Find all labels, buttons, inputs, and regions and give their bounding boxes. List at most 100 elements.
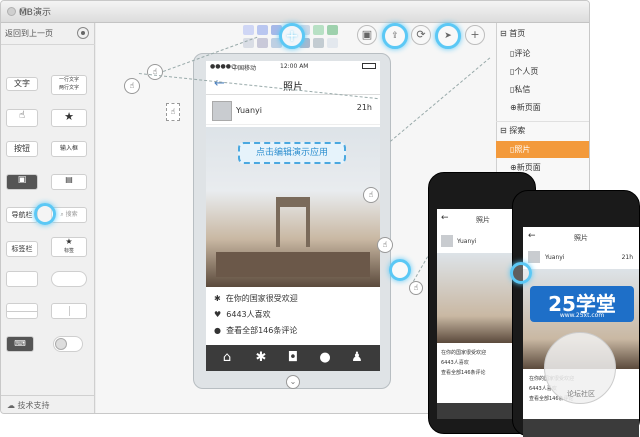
profile-icon[interactable]: ♟ [350, 351, 364, 365]
split-component[interactable] [51, 303, 87, 319]
large-tab-bar [523, 419, 639, 437]
image-component[interactable]: ▣ [6, 174, 38, 190]
button-component-label: 按钮 [14, 144, 30, 153]
gesture-node-icon[interactable]: ☝ [124, 78, 140, 94]
large-post-time: 21h [621, 254, 633, 261]
keyboard-icon: ⌨ [14, 339, 26, 348]
home-icon[interactable]: ⌂ [220, 351, 234, 365]
battery-icon [362, 63, 376, 69]
chat-icon[interactable]: ● [318, 351, 332, 365]
tree-item-profile[interactable]: ▯个人页 [496, 63, 589, 80]
tap-target-icon[interactable]: ☝ [166, 103, 180, 121]
small-likes: 6443人喜欢 [441, 360, 469, 366]
keyboard-component[interactable]: ⌨ [6, 336, 34, 352]
canvas-hotspot[interactable] [389, 259, 411, 281]
post-header: Yuanyi 21h [206, 97, 380, 125]
comment-icon: ● [214, 326, 221, 335]
share-button[interactable]: ⇪ [382, 23, 408, 49]
post-photo[interactable]: 点击编辑演示应用 [206, 127, 380, 287]
star-small-icon: ★ [65, 237, 73, 246]
gesture-node-icon[interactable]: ☝ [409, 281, 423, 295]
send-button[interactable]: ➤ [435, 23, 461, 49]
tree-item-home[interactable]: ⊟ 首页 [496, 25, 589, 42]
refresh-button[interactable]: ⟳ [411, 25, 431, 45]
small-user-name: Yuanyi [457, 238, 477, 245]
support-label: 技术支持 [17, 401, 50, 410]
tree-item-new-page[interactable]: ⊕新页面 [496, 99, 589, 116]
tree-item-comments[interactable]: ▯评论 [496, 45, 589, 62]
user-name[interactable]: Yuanyi [236, 106, 262, 115]
share-icon: ⇪ [391, 31, 399, 41]
device-hotspot[interactable] [510, 262, 532, 284]
app-title: MB演示 [19, 8, 51, 18]
image-text-icon: ▤ [65, 175, 73, 184]
star-icon: ★ [64, 110, 74, 123]
button-component[interactable]: 按钮 [6, 141, 38, 157]
likes-row[interactable]: ♥ 6443人喜欢 [214, 309, 271, 320]
title-bar [1, 1, 589, 23]
search-component[interactable]: ⌕ 搜索 [51, 207, 87, 223]
camera-icon[interactable]: ◘ [286, 351, 300, 365]
tree-label: 私信 [514, 85, 531, 94]
icon-component[interactable]: ★ [51, 109, 87, 127]
gesture-node-icon[interactable]: ☝ [363, 187, 379, 203]
swatch[interactable] [257, 38, 268, 48]
text-component-label: 文字 [14, 79, 30, 88]
large-back-icon[interactable]: ← [528, 231, 536, 241]
swatch[interactable] [327, 38, 338, 48]
tap-gesture-component[interactable]: ☝ [6, 109, 38, 127]
add-button[interactable]: + [465, 25, 485, 45]
swatch[interactable] [313, 38, 324, 48]
tab-icon-component[interactable]: ★ 标签 [51, 237, 87, 257]
tech-support[interactable]: ☁ 技术支持 [1, 395, 95, 413]
divider-component[interactable] [6, 303, 38, 319]
explore-icon[interactable]: ✱ [254, 351, 268, 365]
save-button[interactable]: ▣ [357, 25, 377, 45]
edit-demo-hint[interactable]: 点击编辑演示应用 [238, 142, 346, 164]
text-component[interactable]: 文字 [6, 77, 38, 91]
image-text-component[interactable]: ▤ [51, 174, 87, 190]
add-color-button[interactable]: + [279, 23, 305, 49]
back-label: 返回到上一页 [5, 29, 53, 38]
comments-row[interactable]: ● 查看全部146条评论 [214, 325, 297, 336]
expand-down-icon[interactable]: ⌄ [286, 375, 300, 389]
comments-text: 查看全部146条评论 [226, 326, 298, 335]
tabbar-component[interactable]: 标签栏 [6, 241, 38, 257]
rounded-box-component[interactable] [51, 271, 87, 287]
input-component[interactable]: 输入框 [51, 141, 87, 157]
watermark-badge: 25学堂 www.25xt.com [530, 286, 634, 322]
tabbar-component-label: 标签栏 [11, 245, 33, 253]
multiline-label: 一行文字 两行文字 [58, 77, 79, 91]
location-text: 在你的国家很受欢迎 [225, 294, 298, 303]
gesture-node-icon[interactable]: ☝ [377, 237, 393, 253]
tree-label: 评论 [514, 49, 531, 58]
multiline-text-component[interactable]: 一行文字 两行文字 [51, 75, 87, 95]
phone-screen[interactable]: ●●●●○ 中国移动 12:00 AM ← 照片 Yuanyi 21h 点击编辑… [206, 61, 380, 371]
tab-bar: ⌂ ✱ ◘ ● ♟ [206, 345, 380, 371]
likes-text: 6443人喜欢 [226, 310, 271, 319]
toggle-knob [55, 338, 67, 350]
clock: 12:00 AM [280, 63, 309, 70]
box-component[interactable] [6, 271, 38, 287]
back-to-previous-page[interactable]: 返回到上一页 [1, 23, 95, 45]
gesture-node-icon[interactable]: ☝ [147, 64, 163, 80]
save-icon: ▣ [361, 28, 373, 41]
nav-bar: ← 照片 [206, 73, 380, 95]
collapse-icon: ⊟ [500, 126, 507, 135]
asterisk-icon: ✱ [214, 294, 221, 303]
small-back-icon[interactable]: ← [441, 213, 449, 223]
tree-item-photos[interactable]: ▯照片 [496, 141, 589, 158]
tree-label: 新页面 [516, 103, 541, 112]
tree-item-messages[interactable]: ▯私信 [496, 81, 589, 98]
toggle-component[interactable] [53, 336, 83, 352]
swatch[interactable] [243, 25, 254, 35]
close-window-button[interactable] [7, 7, 16, 16]
plus-icon: + [285, 26, 299, 45]
swatch[interactable] [313, 25, 324, 35]
swatch[interactable] [327, 25, 338, 35]
tree-label: 照片 [514, 145, 531, 154]
swatch[interactable] [257, 25, 268, 35]
tree-item-explore[interactable]: ⊟ 探索 [496, 121, 589, 138]
avatar[interactable] [212, 101, 232, 121]
navbar-hotspot[interactable] [34, 203, 56, 225]
